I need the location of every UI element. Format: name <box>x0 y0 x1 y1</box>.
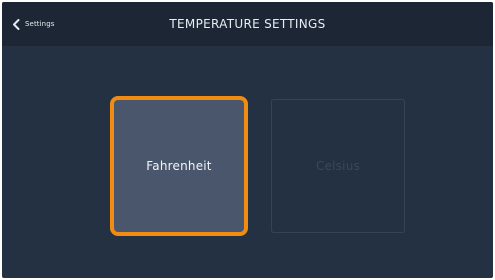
fahrenheit-option-label: Fahrenheit <box>146 159 212 173</box>
celsius-option-label: Celsius <box>316 159 360 173</box>
temperature-settings-screen: Settings TEMPERATURE SETTINGS Fahrenheit… <box>2 2 493 278</box>
celsius-option[interactable]: Celsius <box>271 99 405 233</box>
fahrenheit-option[interactable]: Fahrenheit <box>110 96 248 236</box>
header-bar: Settings TEMPERATURE SETTINGS <box>2 2 493 46</box>
page-title: TEMPERATURE SETTINGS <box>169 17 326 31</box>
